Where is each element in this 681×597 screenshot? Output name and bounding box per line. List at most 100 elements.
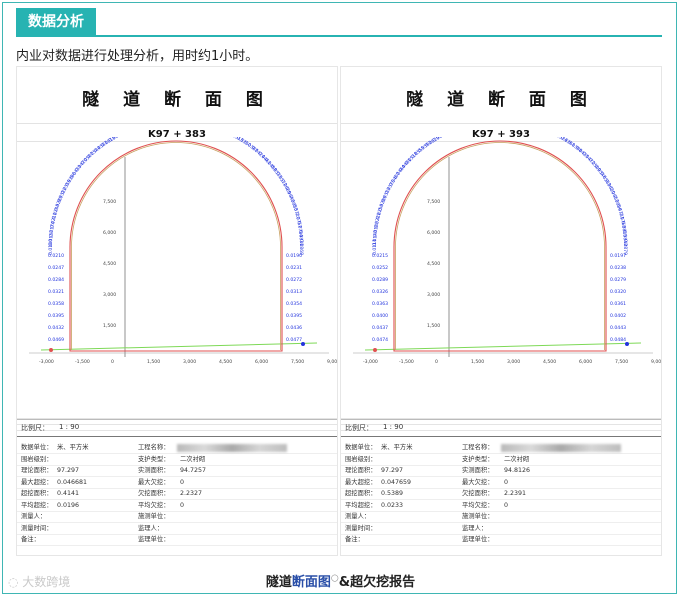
scale-value: 1 : 90 <box>59 423 80 431</box>
x-tick-label: -3,000 <box>39 359 54 365</box>
table-row: 理论面积： 97.297 实测面积： 94.8126 <box>341 466 661 477</box>
y-tick-label: 4,500 <box>103 261 116 267</box>
table-cell: 实测面积： <box>138 467 170 474</box>
table-cell: 0 <box>180 501 185 509</box>
table-cell: 最大欠挖： <box>462 478 494 486</box>
watermark: ◌ 大数跨境 <box>8 575 71 589</box>
divider <box>341 123 661 124</box>
table-cell: 欠挖面积： <box>462 490 494 497</box>
overbreak-label: 0.0321 <box>48 289 64 295</box>
table-cell: 0 <box>504 478 509 486</box>
intro-text: 内业对数据进行处理分析，用时约1小时。 <box>16 49 259 64</box>
table-cell: 2.2391 <box>504 490 527 497</box>
overbreak-label: 0.0190 <box>286 253 302 259</box>
x-tick-label: 1,500 <box>147 359 160 365</box>
divider <box>341 436 661 437</box>
overbreak-label: 0.0655 <box>108 137 125 144</box>
divider <box>17 419 337 420</box>
ground-line <box>40 342 318 351</box>
y-tick-label: 7,500 <box>103 199 116 205</box>
ground-line <box>364 342 642 351</box>
search-icon: ○ <box>330 573 339 584</box>
measured-profile <box>395 142 605 350</box>
table-cell: 94.7257 <box>180 467 207 474</box>
table-cell: 欠挖面积： <box>138 490 170 497</box>
overbreak-label: 0.0469 <box>48 337 64 343</box>
table-row: 测量人： 施测单位： <box>17 512 337 523</box>
overbreak-label: 0.0879 <box>622 239 628 255</box>
table-cell: 支护类型： <box>462 455 494 463</box>
divider <box>17 123 337 124</box>
overbreak-label: 0.0402 <box>610 313 626 319</box>
overbreak-label: 0.0666 <box>432 137 449 144</box>
watermark-text: 大数跨境 <box>22 575 71 589</box>
table-row: 备注： 监理单位： <box>17 535 337 546</box>
table-cell: 工程名称： <box>462 444 494 451</box>
table-cell: 0 <box>504 501 509 509</box>
tunnel-section-drawing: 0.01000.01370.01740.02110.02480.02850.03… <box>29 137 337 365</box>
table-cell: 备注： <box>21 536 40 543</box>
overbreak-label: 0.0272 <box>286 277 302 283</box>
tunnel-section-drawing: 0.01110.01480.01850.02220.02590.02960.03… <box>353 137 661 365</box>
table-cell: 备注： <box>345 536 364 543</box>
caption-link[interactable]: 断面图 <box>292 575 331 590</box>
table-row: 测量时间： 监理人： <box>17 524 337 535</box>
table-cell: 最大超挖： <box>345 478 377 486</box>
y-tick-label: 6,000 <box>103 230 116 236</box>
table-cell: 97.297 <box>57 467 80 474</box>
y-tick-label: 1,500 <box>427 323 440 329</box>
x-tick-label: 7,500 <box>291 359 304 365</box>
overbreak-label: 0.0231 <box>286 265 302 271</box>
overbreak-label: 0.0436 <box>286 325 302 331</box>
redacted-project-name <box>177 444 287 452</box>
y-tick-label: 4,500 <box>427 261 440 267</box>
table-row: 围岩级别： 支护类型： 二次衬砌 <box>341 455 661 466</box>
overbreak-label: 0.0358 <box>48 301 64 307</box>
table-cell: 超挖面积： <box>21 490 53 497</box>
table-cell: 0.0196 <box>57 501 80 509</box>
table-cell: 最大超挖： <box>21 478 53 486</box>
table-row: 平均超挖： 0.0233 平均欠挖： 0 <box>341 501 661 512</box>
x-tick-label: 0 <box>435 359 438 365</box>
x-tick-label: 3,000 <box>507 359 520 365</box>
overbreak-label: 0.0400 <box>372 313 388 319</box>
scale-value: 1 : 90 <box>383 423 404 431</box>
overbreak-label: 0.0354 <box>286 301 302 307</box>
table-cell: 理论面积： <box>21 467 53 474</box>
overbreak-label: 0.0289 <box>372 277 388 283</box>
table-cell: 0.4141 <box>57 490 80 497</box>
table-cell: 支护类型： <box>138 455 170 463</box>
caption-prefix: 隧道 <box>265 575 292 590</box>
design-outline <box>393 140 607 352</box>
table-row: 最大超挖： 0.046681 最大欠挖： 0 <box>17 478 337 489</box>
x-tick-label: -1,500 <box>75 359 90 365</box>
x-tick-label: -1,500 <box>399 359 414 365</box>
table-cell: 0.5389 <box>381 490 404 497</box>
table-cell: 测量人： <box>345 513 371 520</box>
table-cell: 监理人： <box>138 524 164 532</box>
overbreak-label: 0.0247 <box>48 265 64 271</box>
overbreak-label: 0.0474 <box>372 337 388 343</box>
table-cell: 0 <box>180 478 185 486</box>
overbreak-label: 0.0692 <box>116 137 133 139</box>
table-cell: 施测单位： <box>462 513 494 520</box>
table-cell: 施测单位： <box>138 513 170 520</box>
report-panel-1: 隧 道 断 面 图 K97 + 383 0.0100 0.0137 0.0174 0.02… <box>16 66 338 556</box>
table-cell: 二次衬砌 <box>504 455 530 463</box>
table-cell: 超挖面积： <box>345 490 377 497</box>
table-cell: 97.297 <box>381 467 404 474</box>
overbreak-label: 0.0210 <box>48 253 64 259</box>
table-row: 理论面积： 97.297 实测面积： 94.7257 <box>17 466 337 477</box>
panel-title: 隧 道 断 面 图 <box>406 90 596 110</box>
x-tick-label: 6,000 <box>255 359 268 365</box>
table-cell: 监理单位： <box>138 536 170 543</box>
table-cell: 0.0233 <box>381 501 404 509</box>
overbreak-label: 0.0363 <box>372 301 388 307</box>
table-cell: 0.047659 <box>381 478 412 486</box>
overbreak-label: 0.0252 <box>372 265 388 271</box>
x-tick-label: 4,500 <box>219 359 232 365</box>
x-tick-label: 0 <box>111 359 114 365</box>
scale-label: 比例尺： <box>345 424 373 432</box>
divider <box>17 436 337 437</box>
table-row: 最大超挖： 0.047659 最大欠挖： 0 <box>341 478 661 489</box>
